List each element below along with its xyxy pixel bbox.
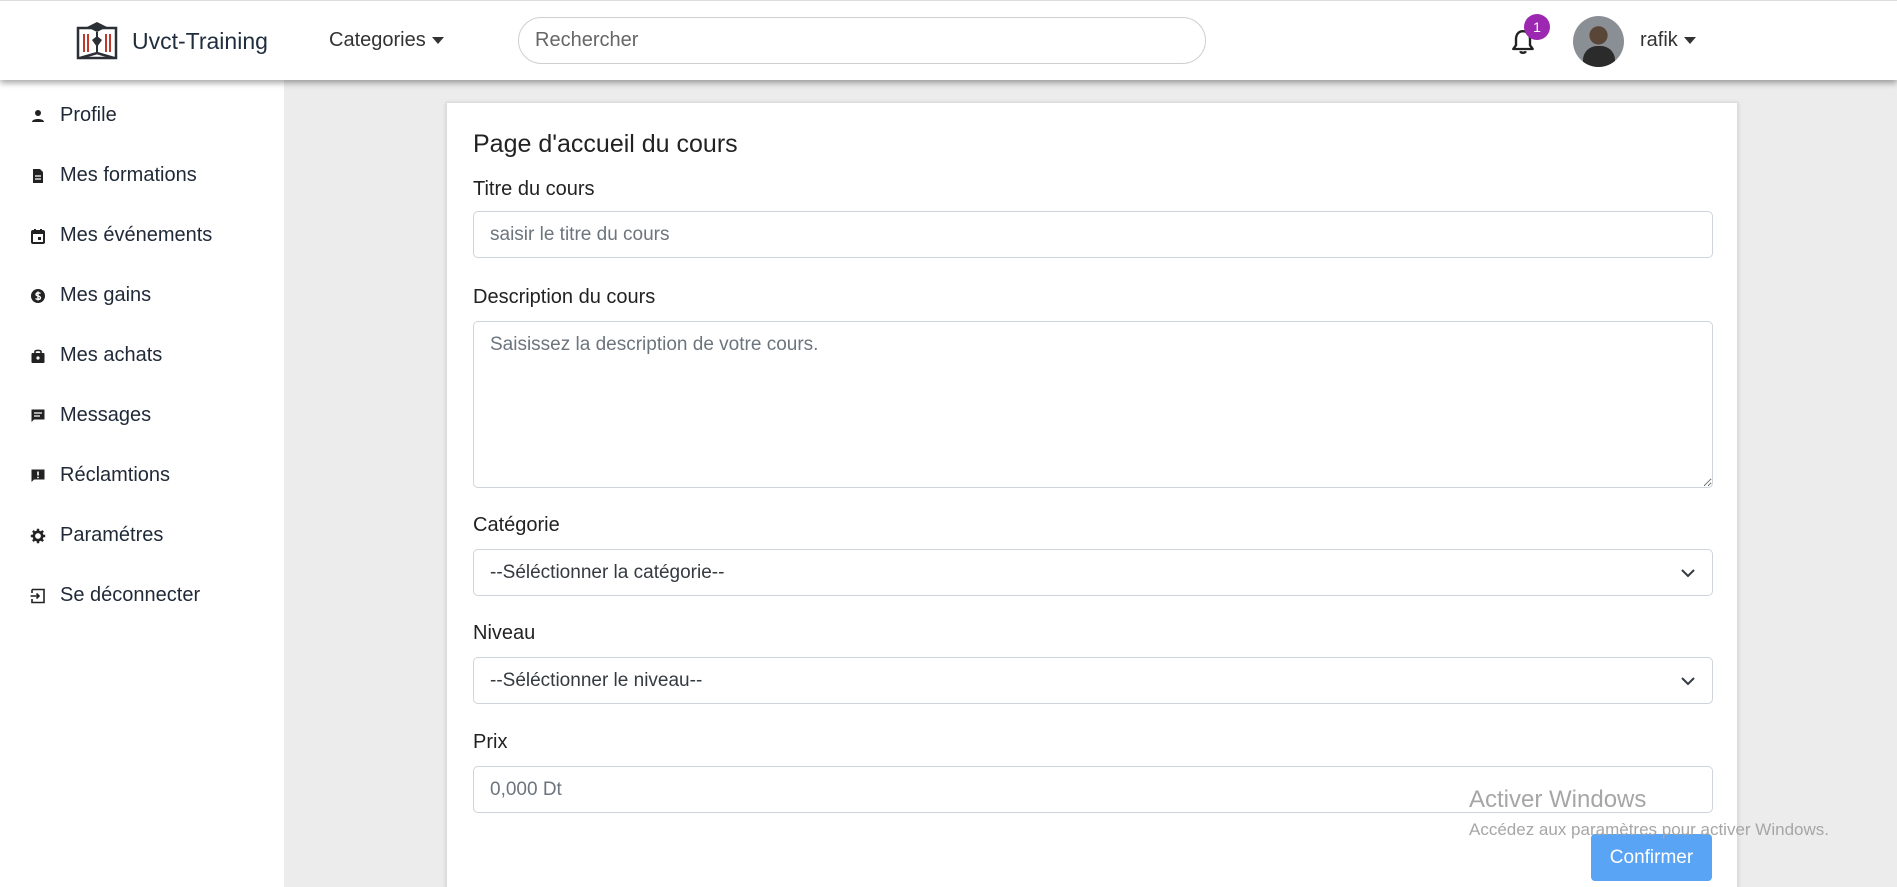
description-textarea[interactable] [473, 321, 1713, 488]
bag-icon [31, 349, 45, 363]
price-label: Prix [473, 731, 508, 753]
report-icon [31, 469, 45, 482]
sidebar-item-label: Réclamtions [60, 464, 171, 486]
document-icon [33, 168, 43, 183]
notification-badge: 1 [1524, 14, 1550, 40]
sidebar-item-label: Mes formations [60, 164, 197, 186]
username: rafik [1640, 29, 1678, 51]
sidebar-item-messages[interactable]: Messages [30, 404, 151, 427]
sidebar-item-logout[interactable]: Se déconnecter [30, 584, 200, 607]
person-icon [32, 109, 44, 122]
windows-activation-watermark: Activer Windows Accédez aux paramètres p… [1469, 786, 1829, 840]
search-input[interactable] [518, 17, 1206, 64]
caret-down-icon [431, 37, 444, 44]
category-selected-value: --Séléctionner la catégorie-- [490, 561, 725, 583]
confirm-button[interactable]: Confirmer [1591, 834, 1712, 881]
level-select[interactable]: --Séléctionner le niveau-- [473, 657, 1713, 704]
avatar[interactable] [1573, 16, 1624, 67]
sidebar: Profile Mes formations Mes événements Me… [0, 80, 284, 887]
course-title-label: Titre du cours [473, 178, 595, 200]
calendar-icon [31, 228, 45, 244]
chevron-down-icon [1681, 568, 1695, 577]
watermark-title: Activer Windows [1469, 786, 1647, 813]
course-form-card: Page d'accueil du cours Titre du cours D… [446, 102, 1738, 887]
watermark-subtitle: Accédez aux paramètres pour activer Wind… [1469, 820, 1829, 839]
sidebar-item-label: Se déconnecter [60, 584, 201, 606]
sidebar-item-achats[interactable]: Mes achats [30, 344, 162, 367]
gear-icon [30, 528, 46, 543]
level-selected-value: --Séléctionner le niveau-- [490, 669, 703, 691]
page-title: Page d'accueil du cours [473, 130, 738, 158]
sidebar-item-label: Mes événements [60, 224, 213, 246]
categories-dropdown[interactable]: Categories [329, 29, 444, 52]
money-icon [31, 288, 45, 303]
level-label: Niveau [473, 622, 536, 644]
sidebar-item-label: Profile [60, 104, 117, 126]
sidebar-item-parametres[interactable]: Paramétres [30, 524, 163, 547]
category-label: Catégorie [473, 514, 560, 536]
sidebar-item-evenements[interactable]: Mes événements [30, 224, 212, 247]
chat-icon [31, 409, 45, 422]
sidebar-item-profile[interactable]: Profile [30, 104, 117, 127]
chevron-down-icon [1681, 676, 1695, 685]
sidebar-item-reclamations[interactable]: Réclamtions [30, 464, 170, 487]
sidebar-item-label: Messages [60, 404, 152, 426]
sidebar-item-label: Paramétres [60, 524, 164, 546]
caret-down-icon [1683, 37, 1696, 44]
description-label: Description du cours [473, 286, 656, 308]
sidebar-item-label: Mes achats [60, 344, 163, 366]
logout-icon [30, 588, 45, 603]
course-title-input[interactable] [473, 211, 1713, 258]
top-navbar: Uvct-Training Categories 1 rafik [0, 0, 1897, 80]
brand[interactable]: Uvct-Training [74, 20, 268, 62]
sidebar-item-gains[interactable]: Mes gains [30, 284, 151, 307]
categories-label: Categories [329, 29, 426, 51]
sidebar-item-label: Mes gains [60, 284, 152, 306]
brand-name: Uvct-Training [132, 27, 268, 54]
sidebar-item-formations[interactable]: Mes formations [30, 164, 197, 187]
avatar-figure [1583, 46, 1615, 67]
user-menu[interactable]: rafik [1640, 29, 1696, 52]
graduation-book-logo-icon [76, 22, 118, 60]
category-select[interactable]: --Séléctionner la catégorie-- [473, 549, 1713, 596]
